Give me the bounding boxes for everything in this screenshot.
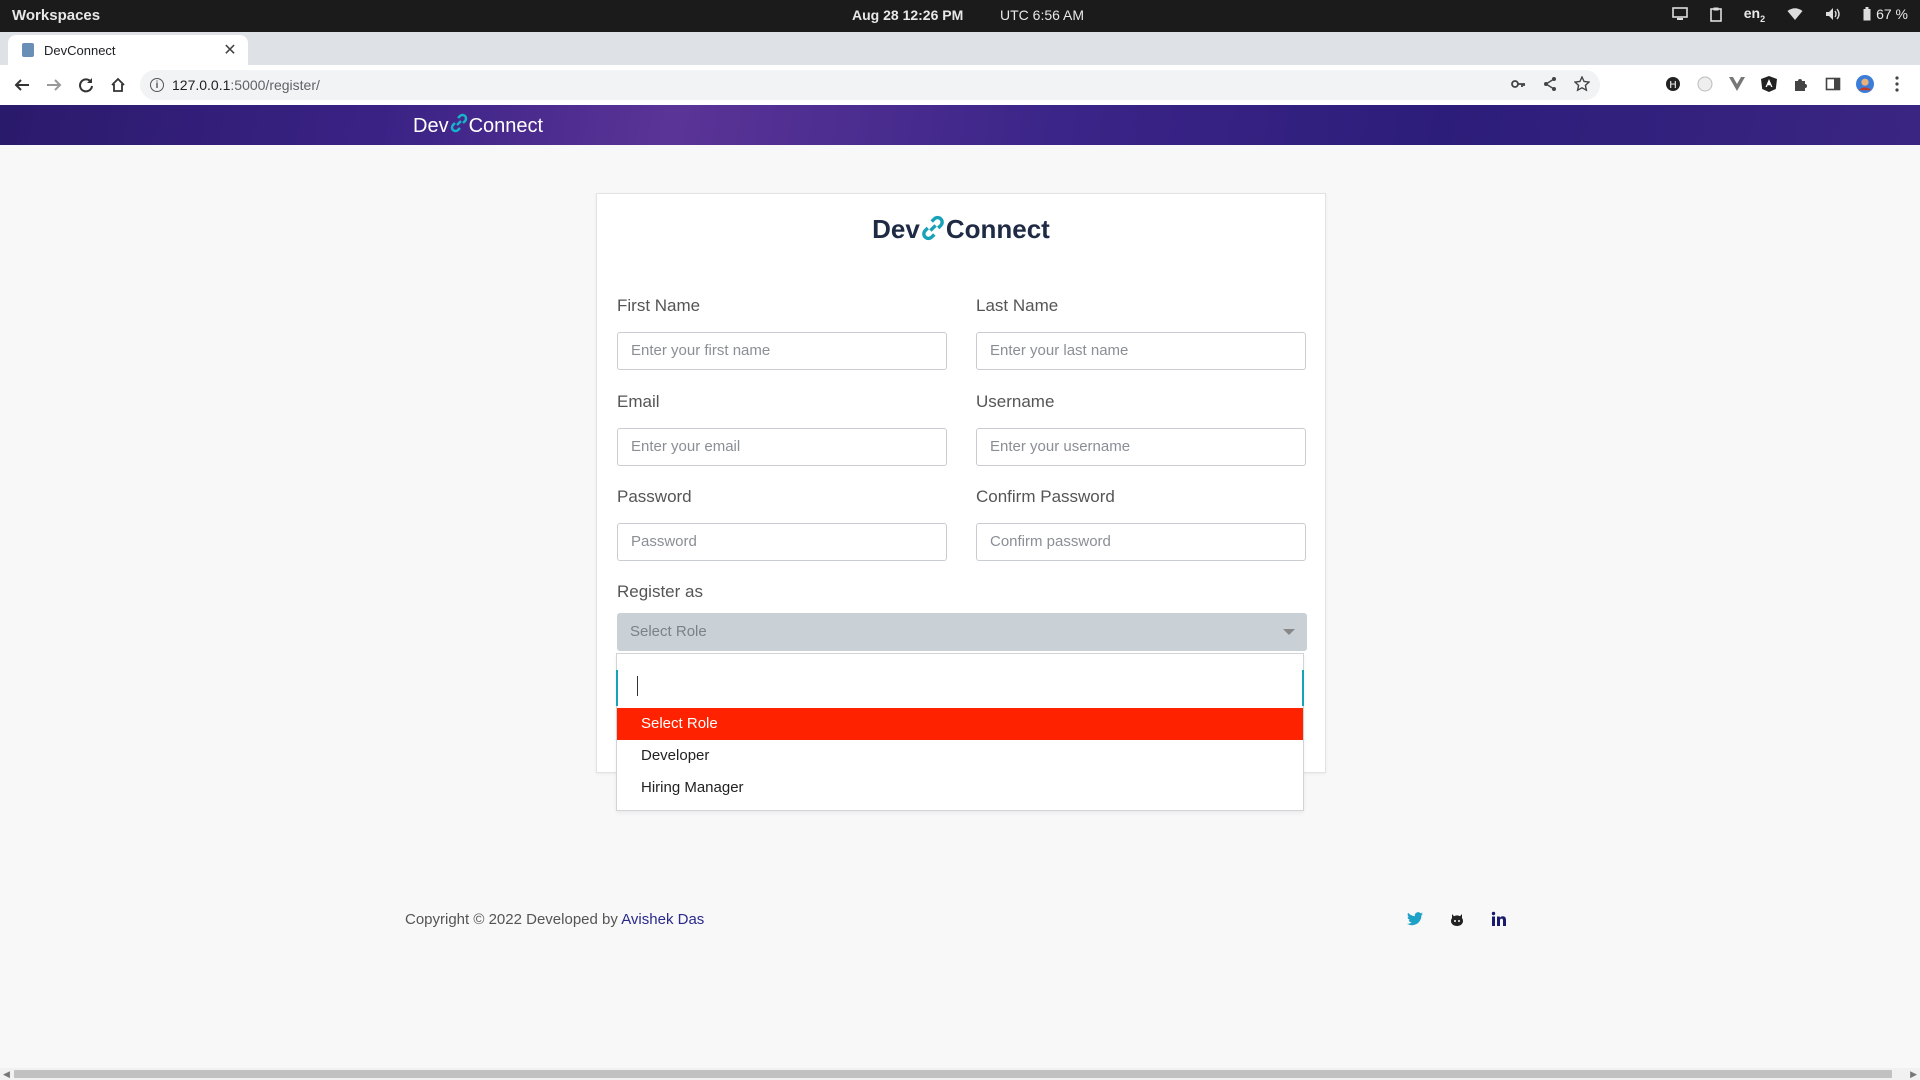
tab-title: DevConnect bbox=[44, 42, 116, 58]
confirm-password-group: Confirm Password Confirm password bbox=[976, 487, 1306, 561]
scrollbar-thumb[interactable] bbox=[14, 1070, 1892, 1078]
password-input[interactable]: Password bbox=[617, 523, 947, 561]
email-label: Email bbox=[617, 392, 660, 411]
last-name-group: Last Name Enter your last name bbox=[976, 296, 1306, 370]
role-search-input[interactable] bbox=[616, 654, 1304, 708]
role-dropdown-menu: Select Role Developer Hiring Manager bbox=[616, 653, 1304, 811]
system-tray: en2 67 % bbox=[1671, 5, 1908, 24]
browser-tab-strip: DevConnect ✕ + bbox=[0, 32, 1920, 93]
share-icon[interactable] bbox=[1542, 76, 1558, 97]
forward-icon[interactable] bbox=[44, 75, 64, 95]
extension-circle-icon[interactable] bbox=[1696, 75, 1714, 93]
first-name-label: First Name bbox=[617, 296, 701, 315]
social-links bbox=[1406, 910, 1508, 928]
author-link[interactable]: Avishek Das bbox=[621, 911, 704, 928]
footer-copyright: Copyright © 2022 Developed by Avishek Da… bbox=[405, 911, 705, 928]
favicon-icon bbox=[22, 43, 34, 57]
battery-indicator[interactable]: 67 % bbox=[1863, 6, 1908, 22]
role-option-developer[interactable]: Developer bbox=[617, 740, 1303, 772]
keyboard-language[interactable]: en2 bbox=[1744, 5, 1765, 24]
dropdown-caret-icon bbox=[1283, 629, 1295, 635]
email-input[interactable]: Enter your email bbox=[617, 428, 947, 466]
site-navbar: Dev Connect bbox=[0, 105, 1920, 145]
wifi-icon[interactable] bbox=[1787, 8, 1803, 21]
clock-utc: UTC 6:56 AM bbox=[1000, 7, 1085, 23]
browser-tab-devconnect[interactable]: DevConnect ✕ bbox=[8, 35, 248, 65]
register-as-label: Register as bbox=[617, 582, 703, 601]
battery-icon bbox=[1863, 7, 1871, 21]
confirm-password-label: Confirm Password bbox=[976, 487, 1115, 506]
brand-dev-text: Dev bbox=[413, 114, 449, 137]
clock-date[interactable]: Aug 28 12:26 PM bbox=[852, 7, 963, 23]
scroll-right-icon[interactable]: ▶ bbox=[1910, 1068, 1917, 1080]
os-top-bar: Workspaces Aug 28 12:26 PM UTC 6:56 AM e… bbox=[0, 0, 1920, 32]
username-group: Username Enter your username bbox=[976, 392, 1306, 466]
svg-text:H: H bbox=[1669, 80, 1677, 91]
address-bar[interactable]: i 127.0.0.1:5000/register/ bbox=[140, 70, 1600, 100]
extension-angular-icon[interactable] bbox=[1760, 75, 1778, 93]
scroll-left-icon[interactable]: ◀ bbox=[3, 1068, 10, 1080]
url-text[interactable]: 127.0.0.1:5000/register/ bbox=[172, 77, 320, 93]
screen-icon[interactable] bbox=[1671, 7, 1688, 21]
volume-icon[interactable] bbox=[1825, 7, 1841, 21]
back-icon[interactable] bbox=[12, 75, 32, 95]
brand-connect-text: Connect bbox=[468, 114, 544, 137]
card-brand-title: Dev Connect bbox=[597, 214, 1325, 248]
username-input[interactable]: Enter your username bbox=[976, 428, 1306, 466]
username-label: Username bbox=[976, 392, 1055, 411]
github-icon[interactable] bbox=[1448, 910, 1466, 928]
home-icon[interactable] bbox=[108, 75, 128, 95]
role-option-hiring-manager[interactable]: Hiring Manager bbox=[617, 772, 1303, 804]
profile-avatar[interactable] bbox=[1856, 75, 1874, 93]
text-cursor bbox=[637, 676, 638, 696]
last-name-label: Last Name bbox=[976, 296, 1059, 315]
bookmark-star-icon[interactable] bbox=[1573, 75, 1591, 97]
confirm-password-input[interactable]: Confirm password bbox=[976, 523, 1306, 561]
role-select[interactable]: Select Role bbox=[617, 613, 1307, 651]
clipboard-icon[interactable] bbox=[1709, 7, 1722, 22]
browser-toolbar: i 127.0.0.1:5000/register/ H bbox=[0, 65, 1920, 106]
side-panel-icon[interactable] bbox=[1824, 75, 1842, 93]
linkedin-icon[interactable] bbox=[1490, 910, 1508, 928]
close-tab-icon[interactable]: ✕ bbox=[220, 40, 240, 60]
role-select-value: Select Role bbox=[630, 623, 707, 640]
extension-vue-icon[interactable] bbox=[1728, 75, 1746, 93]
link-icon bbox=[449, 113, 469, 139]
link-icon bbox=[920, 215, 946, 248]
password-group: Password Password bbox=[617, 487, 947, 561]
email-group: Email Enter your email bbox=[617, 392, 947, 466]
first-name-input[interactable]: Enter your first name bbox=[617, 332, 947, 370]
password-label: Password bbox=[617, 487, 692, 506]
first-name-group: First Name Enter your first name bbox=[617, 296, 947, 370]
navbar-brand-logo[interactable]: Dev Connect bbox=[413, 113, 543, 139]
browser-menu-icon[interactable] bbox=[1888, 75, 1906, 93]
extensions-puzzle-icon[interactable] bbox=[1792, 75, 1810, 93]
battery-percent: 67 % bbox=[1876, 6, 1908, 23]
extension-h-icon[interactable]: H bbox=[1664, 75, 1682, 93]
site-info-icon[interactable]: i bbox=[150, 78, 164, 92]
workspaces-button[interactable]: Workspaces bbox=[12, 7, 100, 24]
role-option-select-role[interactable]: Select Role bbox=[617, 708, 1303, 740]
reload-icon[interactable] bbox=[76, 75, 96, 95]
twitter-icon[interactable] bbox=[1406, 910, 1424, 928]
key-icon[interactable] bbox=[1510, 76, 1526, 97]
horizontal-scrollbar[interactable]: ◀ ▶ bbox=[0, 1068, 1920, 1080]
last-name-input[interactable]: Enter your last name bbox=[976, 332, 1306, 370]
